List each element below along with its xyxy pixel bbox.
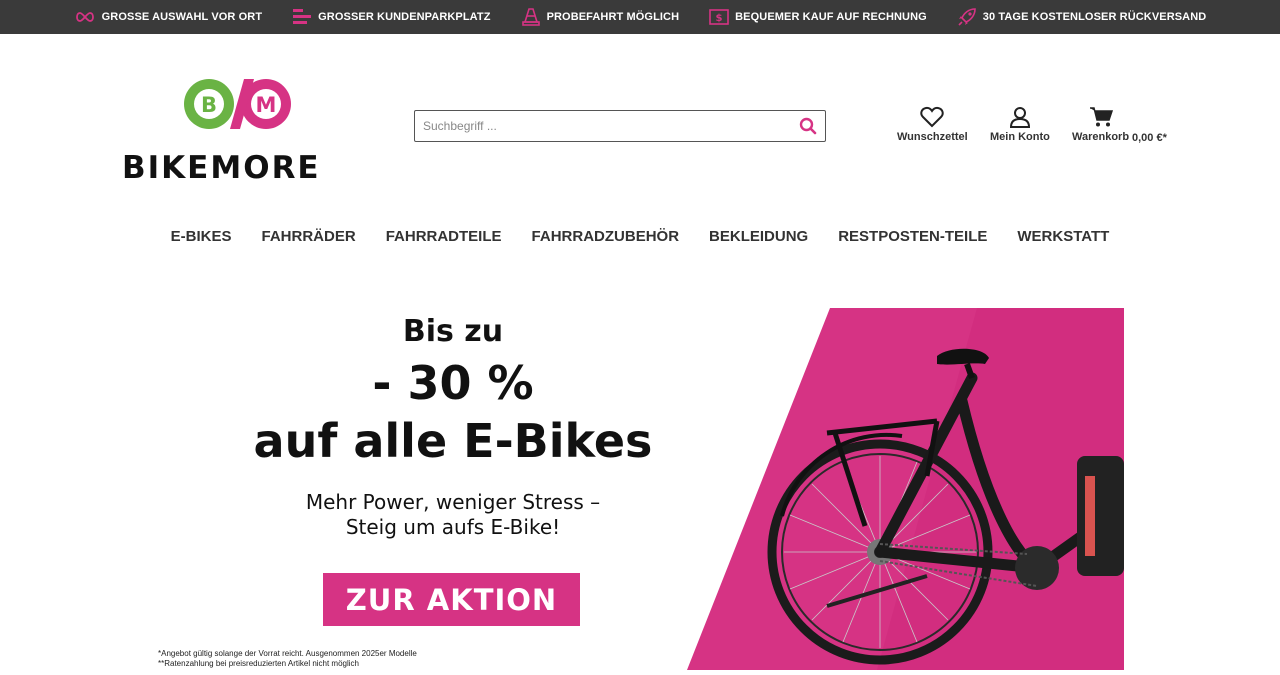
usp-label: 30 TAGE KOSTENLOSER RÜCKVERSAND (982, 11, 1207, 23)
hero-disclaimer-2: **Ratenzahlung bei preisreduzierten Arti… (158, 659, 359, 668)
nav-item-fahrradzubehoer[interactable]: FAHRRADZUBEHÖR (532, 228, 680, 245)
nav-item-fahrradteile[interactable]: FAHRRADTEILE (386, 228, 502, 245)
zur-aktion-button[interactable]: ZUR AKTION (323, 573, 580, 626)
nav-item-fahrraeder[interactable]: FAHRRÄDER (262, 228, 356, 245)
svg-text:$: $ (716, 13, 723, 24)
nav-item-ebikes[interactable]: E-BIKES (171, 228, 232, 245)
hero-discount: - 30 % (372, 356, 534, 410)
usp-label: GROSSE AUSWAHL VOR ORT (101, 11, 263, 23)
search-button[interactable] (791, 111, 825, 141)
account-link[interactable]: Mein Konto (990, 106, 1050, 143)
usp-label: PROBEFAHRT MÖGLICH (546, 11, 680, 23)
traffic-cone-icon (521, 8, 540, 26)
nav-item-bekleidung[interactable]: BEKLEIDUNG (709, 228, 808, 245)
cart-link[interactable]: Warenkorb (1072, 106, 1129, 143)
usp-item-selection: GROSSE AUSWAHL VOR ORT (74, 11, 263, 23)
usp-label: GROSSER KUNDENPARKPLATZ (318, 11, 491, 23)
hero-subline-2: Steig um aufs E-Bike! (345, 515, 561, 539)
infinity-icon (75, 12, 94, 22)
dollar-bill-icon: $ (709, 9, 729, 25)
usp-bar: GROSSE AUSWAHL VOR ORT GROSSER KUNDENPAR… (0, 0, 1280, 34)
usp-item-returns: 30 TAGE KOSTENLOSER RÜCKVERSAND (957, 7, 1207, 27)
logo-wordmark: BIKEMORE (122, 150, 321, 186)
parking-icon (293, 9, 312, 24)
usp-item-invoice: $ BEQUEMER KAUF AUF RECHNUNG (709, 9, 927, 25)
nav-item-restposten[interactable]: RESTPOSTEN-TEILE (838, 228, 987, 245)
usp-label: BEQUEMER KAUF AUF RECHNUNG (735, 11, 927, 23)
search-input[interactable] (415, 111, 791, 141)
logo-mark: B M (184, 79, 291, 129)
svg-text:B: B (201, 93, 217, 117)
account-label: Mein Konto (990, 131, 1050, 143)
rocket-icon (958, 8, 976, 26)
wishlist-label: Wunschzettel (897, 131, 968, 143)
hero-headline: auf alle E-Bikes (253, 414, 653, 468)
hero-disclaimer-1: *Angebot gültig solange der Vorrat reich… (158, 649, 417, 658)
heart-icon (920, 106, 945, 128)
svg-text:M: M (256, 93, 277, 117)
main-nav: E-BIKES FAHRRÄDER FAHRRADTEILE FAHRRADZU… (0, 228, 1280, 245)
wishlist-link[interactable]: Wunschzettel (897, 106, 968, 143)
hero-subline-1: Mehr Power, weniger Stress – (305, 490, 601, 514)
usp-item-testride: PROBEFAHRT MÖGLICH (521, 7, 680, 27)
hero-text-panel: Bis zu - 30 % auf alle E-Bikes Mehr Powe… (158, 306, 748, 670)
search-box (414, 110, 826, 142)
ebike-image (687, 308, 1124, 670)
cart-label: Warenkorb (1072, 131, 1130, 143)
cart-icon (1089, 107, 1113, 127)
hero-banner[interactable]: Bis zu - 30 % auf alle E-Bikes Mehr Powe… (158, 306, 1124, 670)
user-icon (1009, 107, 1030, 128)
usp-item-parking: GROSSER KUNDENPARKPLATZ (292, 8, 490, 26)
cart-total[interactable]: 0,00 €* (1132, 132, 1167, 144)
hero-headline-prefix: Bis zu (402, 314, 504, 349)
search-icon (799, 117, 817, 135)
nav-item-werkstatt[interactable]: WERKSTATT (1017, 228, 1109, 245)
